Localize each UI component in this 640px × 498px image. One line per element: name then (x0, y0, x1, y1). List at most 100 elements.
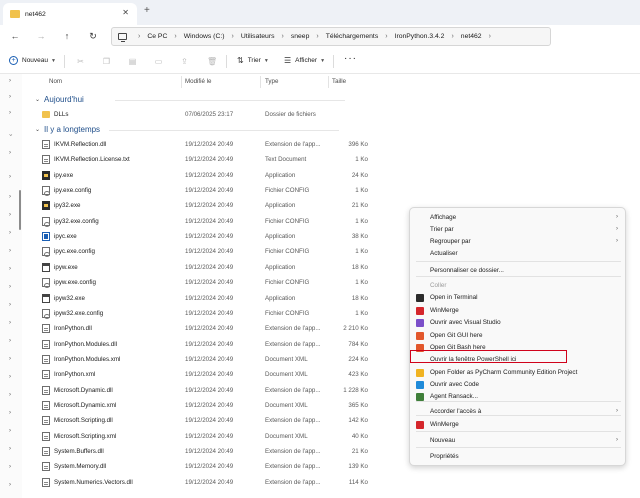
menu-item-proprietes[interactable]: Propriétés (410, 451, 627, 463)
up-arrow-icon[interactable]: ↑ (60, 29, 74, 43)
file-row[interactable]: ipy32.exe.config 19/12/2024 20:49 Fichier … (40, 214, 375, 229)
breadcrumb-item[interactable]: Ce PC (147, 33, 167, 40)
menu-item-agent-ransack[interactable]: Agent Ransack... (410, 391, 627, 403)
chevron-right-icon[interactable]: › (9, 338, 11, 344)
column-header-name[interactable]: Nom (49, 78, 62, 85)
column-header-type[interactable]: Type (265, 78, 278, 85)
chevron-right-icon[interactable]: › (9, 78, 11, 84)
chevron-right-icon[interactable]: › (9, 174, 11, 180)
menu-item-open-in-terminal[interactable]: Open in Terminal (410, 292, 627, 304)
delete-icon[interactable]: 🗑 (207, 57, 217, 66)
chevron-right-icon[interactable]: › (9, 194, 11, 200)
menu-item-ouvrir-avec-code[interactable]: Ouvrir avec Code (410, 379, 627, 391)
new-button[interactable]: + Nouveau ▼ (9, 56, 56, 65)
chevron-right-icon[interactable]: › (9, 392, 11, 398)
menu-item-ouvrir-avec-visual-studio[interactable]: Ouvrir avec Visual Studio (410, 317, 627, 329)
file-row[interactable]: Microsoft.Dynamic.dll 19/12/2024 20:49 Ext… (40, 383, 375, 398)
menu-item-open-git-gui-here[interactable]: Open Git GUI here (410, 330, 627, 342)
chevron-right-icon[interactable]: › (9, 150, 11, 156)
file-row[interactable]: IronPython.dll 19/12/2024 20:49 Extension … (40, 321, 375, 336)
new-tab-button[interactable]: + (144, 5, 150, 16)
chevron-right-icon[interactable]: › (9, 464, 11, 470)
sort-button[interactable]: ⇅ Trier ▼ (237, 56, 269, 65)
file-row[interactable]: IronPython.xml 19/12/2024 20:49 Document X… (40, 367, 375, 382)
chevron-right-icon[interactable]: › (9, 266, 11, 272)
file-row[interactable]: IronPython.Modules.dll 19/12/2024 20:49 Ex… (40, 337, 375, 352)
column-header-modified[interactable]: Modifié le (185, 78, 211, 85)
file-row[interactable]: ipyw32.exe 19/12/2024 20:49 Application 18 … (40, 291, 375, 306)
file-row[interactable]: ipyc.exe 19/12/2024 20:49 Application 38 Ko (40, 229, 375, 244)
forward-arrow-icon[interactable]: → (34, 29, 48, 43)
file-row[interactable]: System.Memory.dll 19/12/2024 20:49 Extensi… (40, 459, 375, 474)
breadcrumb-item[interactable]: Utilisateurs (241, 33, 275, 40)
menu-item-winmerge[interactable]: WinMerge (410, 305, 627, 317)
cut-icon[interactable]: ✂ (76, 57, 85, 66)
menu-item-actualiser[interactable]: Actualiser (410, 248, 627, 260)
copy-icon[interactable]: ❐ (102, 57, 111, 66)
menu-item-nouveau[interactable]: Nouveau › (410, 435, 627, 447)
group-header-long-ago[interactable]: ⌄ Il y a longtemps (35, 125, 339, 134)
column-divider[interactable] (328, 76, 329, 88)
file-row[interactable]: ipy.exe 19/12/2024 20:49 Application 24 Ko (40, 168, 375, 183)
chevron-right-icon[interactable]: › (9, 212, 11, 218)
chevron-right-icon[interactable]: › (9, 446, 11, 452)
file-row[interactable]: Microsoft.Dynamic.xml 19/12/2024 20:49 Doc… (40, 398, 375, 413)
column-header-size[interactable]: Taille (332, 78, 346, 85)
chevron-right-icon[interactable]: › (9, 302, 11, 308)
column-divider[interactable] (181, 76, 182, 88)
group-header-today[interactable]: ⌄ Aujourd'hui (35, 95, 345, 104)
menu-item-affichage[interactable]: Affichage › (410, 212, 627, 224)
menu-item-open-folder-as-pycharm-community-edition-project[interactable]: Open Folder as PyCharm Community Edition… (410, 367, 627, 379)
breadcrumb-item[interactable]: IronPython.3.4.2 (395, 33, 445, 40)
breadcrumb-item[interactable]: Téléchargements (326, 33, 379, 40)
menu-item-accorder-l-acces-a[interactable]: Accorder l'accès à › (410, 406, 627, 418)
file-row[interactable]: ipy.exe.config 19/12/2024 20:49 Fichier CO… (40, 183, 375, 198)
paste-icon[interactable]: ▤ (128, 57, 137, 66)
tab-net462[interactable]: net462 ✕ (3, 3, 137, 25)
file-row[interactable]: ipy32.exe 19/12/2024 20:49 Application 21 K… (40, 198, 375, 213)
chevron-right-icon[interactable]: › (316, 33, 318, 40)
chevron-down-icon[interactable]: › (7, 134, 13, 136)
share-icon[interactable]: ⇪ (180, 57, 189, 66)
chevron-right-icon[interactable]: › (9, 320, 11, 326)
menu-item-trier-par[interactable]: Trier par › (410, 224, 627, 236)
chevron-right-icon[interactable]: › (385, 33, 387, 40)
file-row[interactable]: IronPython.Modules.xml 19/12/2024 20:49 Do… (40, 352, 375, 367)
file-row[interactable]: System.Numerics.Vectors.dll 19/12/2024 20… (40, 475, 375, 490)
breadcrumb-item[interactable]: net462 (461, 33, 482, 40)
chevron-right-icon[interactable]: › (9, 110, 11, 116)
chevron-right-icon[interactable]: › (9, 230, 11, 236)
file-row[interactable]: ipyw.exe 19/12/2024 20:49 Application 18 Ko (40, 260, 375, 275)
chevron-right-icon[interactable]: › (9, 284, 11, 290)
view-button[interactable]: ☰ Afficher ▼ (284, 56, 325, 65)
chevron-right-icon[interactable]: › (9, 94, 11, 100)
chevron-right-icon[interactable]: › (451, 33, 453, 40)
menu-item-regrouper-par[interactable]: Regrouper par › (410, 236, 627, 248)
address-bar[interactable]: › Ce PC › Windows (C:) › Utilisateurs › sneep › T… (111, 27, 551, 46)
file-row[interactable]: Microsoft.Scripting.dll 19/12/2024 20:49 E… (40, 413, 375, 428)
chevron-right-icon[interactable]: › (9, 356, 11, 362)
nav-scrollbar[interactable] (19, 190, 21, 230)
chevron-right-icon[interactable]: › (9, 482, 11, 488)
refresh-icon[interactable]: ↻ (86, 29, 100, 43)
rename-icon[interactable]: ▭ (154, 57, 163, 66)
breadcrumb-item[interactable]: Windows (C:) (184, 33, 225, 40)
chevron-right-icon[interactable]: › (232, 33, 234, 40)
file-row[interactable]: IKVM.Reflection.License.txt 19/12/2024 20… (40, 152, 375, 167)
chevron-right-icon[interactable]: › (281, 33, 283, 40)
menu-item-winmerge[interactable]: WinMerge (410, 419, 627, 431)
chevron-right-icon[interactable]: › (174, 33, 176, 40)
close-tab-icon[interactable]: ✕ (122, 8, 129, 17)
file-row[interactable]: ipyc.exe.config 19/12/2024 20:49 Fichier C… (40, 244, 375, 259)
file-row[interactable]: Microsoft.Scripting.xml 19/12/2024 20:49 D… (40, 429, 375, 444)
chevron-right-icon[interactable]: › (489, 33, 491, 40)
menu-item-personnaliser-ce-dossier[interactable]: Personnaliser ce dossier... (410, 265, 627, 277)
chevron-right-icon[interactable]: › (9, 410, 11, 416)
breadcrumb-item[interactable]: sneep (291, 33, 310, 40)
file-row[interactable]: IKVM.Reflection.dll 19/12/2024 20:49 Exten… (40, 137, 375, 152)
chevron-right-icon[interactable]: › (9, 428, 11, 434)
file-row[interactable]: System.Buffers.dll 19/12/2024 20:49 Extens… (40, 444, 375, 459)
more-options-button[interactable]: ··· (344, 53, 357, 64)
chevron-right-icon[interactable]: › (9, 248, 11, 254)
back-arrow-icon[interactable]: ← (8, 29, 22, 43)
